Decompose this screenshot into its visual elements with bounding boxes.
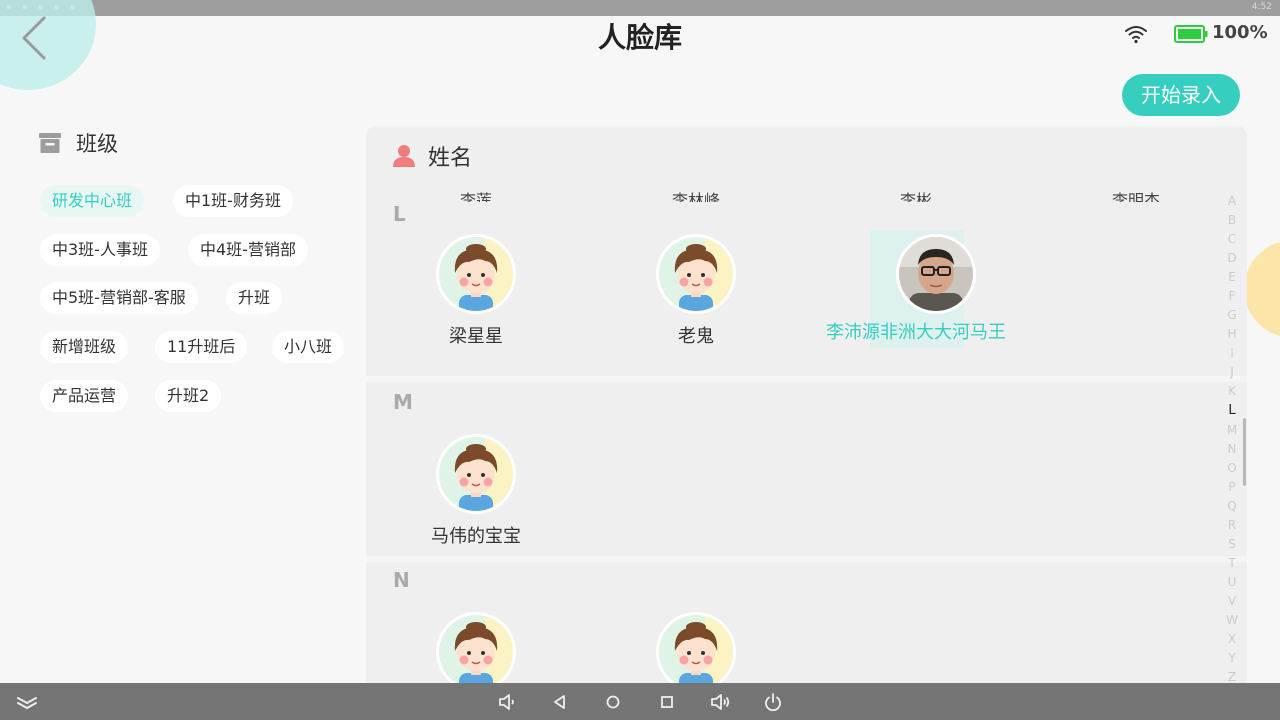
- decorative-circle-right: [1244, 240, 1280, 338]
- back-button[interactable]: [18, 14, 54, 62]
- face-item-selected[interactable]: 李沛源非洲大大河马王: [826, 230, 1006, 348]
- names-panel-title: 姓名: [428, 146, 473, 171]
- home-circle-icon[interactable]: [602, 691, 624, 713]
- index-letter[interactable]: V: [1222, 594, 1242, 608]
- index-letter[interactable]: U: [1222, 575, 1242, 589]
- class-archive-icon: [39, 133, 61, 153]
- face-name: 老鬼: [678, 326, 714, 347]
- names-panel: 姓名 李莲 李林峰 李彬 李明杰 L 梁星星 老鬼 李沛源非洲大大河马王 M 马…: [366, 126, 1247, 690]
- class-chip[interactable]: 11升班后: [155, 331, 248, 363]
- cartoon-avatar: [436, 434, 516, 514]
- face-item[interactable]: 马伟的宝宝: [406, 434, 546, 548]
- back-triangle-icon[interactable]: [549, 691, 571, 713]
- index-letter[interactable]: I: [1222, 346, 1242, 360]
- class-chip[interactable]: 小八班: [272, 331, 345, 363]
- index-letter[interactable]: Q: [1222, 499, 1242, 513]
- face-name-cutoff: 李林峰: [671, 191, 720, 202]
- face-item[interactable]: [626, 612, 766, 690]
- class-chip[interactable]: 研发中心班: [40, 185, 145, 217]
- index-letter[interactable]: N: [1222, 442, 1242, 456]
- volume-down-icon[interactable]: [495, 691, 517, 713]
- index-letter[interactable]: R: [1222, 518, 1242, 532]
- power-icon[interactable]: [762, 691, 784, 713]
- index-letter[interactable]: A: [1222, 194, 1242, 208]
- index-letter-active[interactable]: L: [1222, 403, 1242, 418]
- class-chip[interactable]: 中1班-财务班: [173, 185, 293, 217]
- group-letter: M: [393, 390, 413, 414]
- face-name-cutoff: 李莲: [459, 191, 492, 202]
- group-divider: [366, 376, 1247, 382]
- page-title: 人脸库: [597, 21, 682, 54]
- group-divider: [366, 556, 1247, 562]
- class-chip[interactable]: 中5班-营销部-客服: [40, 282, 198, 314]
- class-section-header: 班级: [38, 128, 118, 158]
- index-letter[interactable]: D: [1222, 251, 1242, 265]
- index-letter[interactable]: W: [1222, 613, 1242, 627]
- class-chip[interactable]: 新增班级: [40, 331, 129, 363]
- index-letter[interactable]: J: [1222, 365, 1242, 379]
- class-chip[interactable]: 升班: [226, 282, 283, 314]
- status-time: 4:52: [1251, 2, 1272, 12]
- class-section-title: 班级: [76, 132, 118, 156]
- cartoon-avatar: [436, 612, 516, 690]
- system-status-bar: ▪ ▪ ▪ ▪ ▪ 4:52: [0, 0, 1280, 16]
- collapse-down-icon[interactable]: [16, 691, 38, 713]
- index-letter[interactable]: M: [1222, 423, 1242, 437]
- class-chip[interactable]: 中3班-人事班: [40, 234, 160, 266]
- face-item[interactable]: 老鬼: [626, 234, 766, 348]
- cartoon-avatar: [436, 234, 516, 314]
- face-item[interactable]: 梁星星: [406, 234, 546, 348]
- face-name-cutoff: 李彬: [899, 191, 932, 202]
- index-letter[interactable]: F: [1222, 289, 1242, 303]
- index-letter[interactable]: P: [1222, 480, 1242, 494]
- index-letter[interactable]: C: [1222, 232, 1242, 246]
- cartoon-avatar: [656, 234, 736, 314]
- alphabet-index[interactable]: A B C D E F G H I J K L M N O P Q R S T …: [1222, 194, 1242, 690]
- index-letter[interactable]: T: [1222, 556, 1242, 570]
- index-letter[interactable]: H: [1222, 327, 1242, 341]
- scrollbar-thumb[interactable]: [1243, 418, 1246, 486]
- index-letter[interactable]: O: [1222, 461, 1242, 475]
- group-letter: N: [393, 568, 410, 592]
- class-chip[interactable]: 产品运营: [40, 380, 129, 412]
- start-enroll-button[interactable]: 开始录入: [1122, 74, 1240, 116]
- battery-level: 100%: [1212, 22, 1268, 43]
- face-name: 梁星星: [449, 326, 503, 347]
- face-name: 马伟的宝宝: [431, 526, 521, 547]
- battery-icon: [1174, 25, 1208, 43]
- person-icon: [393, 145, 415, 167]
- face-name-cutoff: 李明杰: [1111, 191, 1160, 202]
- recent-apps-icon[interactable]: [656, 691, 678, 713]
- index-letter[interactable]: X: [1222, 632, 1242, 646]
- face-name: 李沛源非洲大大河马王: [826, 322, 1006, 343]
- class-chip[interactable]: 中4班-营销部: [188, 234, 308, 266]
- index-letter[interactable]: S: [1222, 537, 1242, 551]
- face-list[interactable]: 李莲 李林峰 李彬 李明杰 L 梁星星 老鬼 李沛源非洲大大河马王 M 马伟的宝…: [366, 190, 1247, 690]
- index-letter[interactable]: B: [1222, 213, 1242, 227]
- volume-up-icon[interactable]: [709, 691, 731, 713]
- index-letter[interactable]: Y: [1222, 651, 1242, 665]
- index-letter[interactable]: E: [1222, 270, 1242, 284]
- class-chip[interactable]: 升班2: [155, 380, 222, 412]
- group-letter: L: [393, 202, 406, 226]
- cartoon-avatar: [656, 612, 736, 690]
- photo-avatar: [896, 234, 976, 314]
- system-navigation-bar: [0, 683, 1280, 720]
- face-item[interactable]: [406, 612, 546, 690]
- wifi-icon: [1125, 26, 1147, 44]
- index-letter[interactable]: K: [1222, 384, 1242, 398]
- index-letter[interactable]: Z: [1222, 670, 1242, 684]
- chevron-left-icon: [22, 16, 46, 60]
- index-letter[interactable]: G: [1222, 308, 1242, 322]
- names-panel-header: 姓名: [366, 126, 1247, 190]
